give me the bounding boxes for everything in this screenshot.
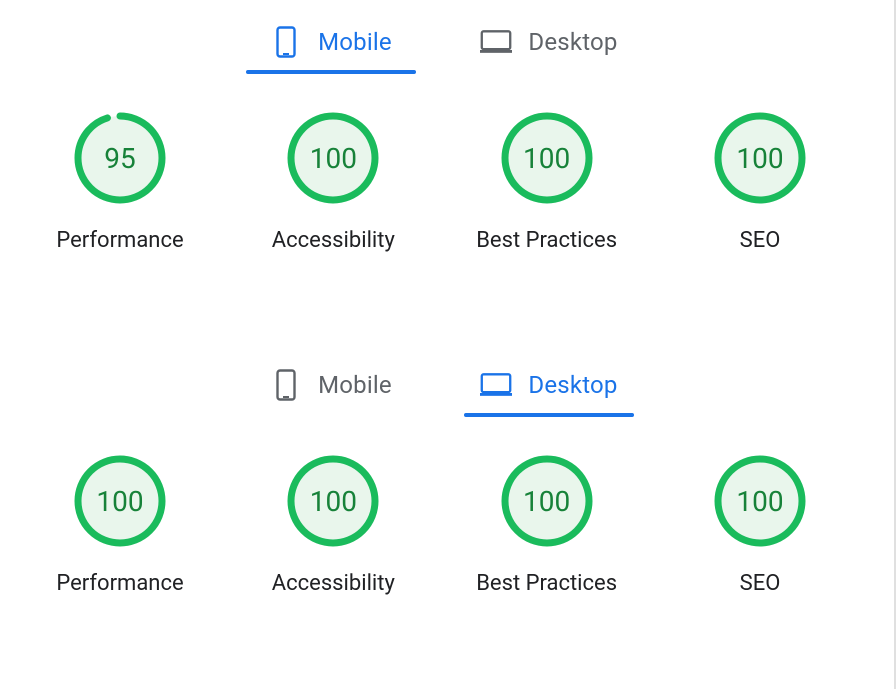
tab-desktop[interactable]: Desktop <box>464 365 634 417</box>
score-value: 100 <box>499 110 595 206</box>
mobile-icon <box>270 26 302 58</box>
metric-label: Performance <box>56 228 183 253</box>
score-gauge: 100 <box>285 453 381 549</box>
score-value: 100 <box>285 453 381 549</box>
tab-label: Desktop <box>528 28 617 56</box>
metric-seo: 100 SEO <box>660 453 860 596</box>
metric-label: Best Practices <box>476 571 617 596</box>
score-gauge: 100 <box>499 453 595 549</box>
metric-best-practices: 100 Best Practices <box>447 453 647 596</box>
score-gauge: 100 <box>72 453 168 549</box>
device-tabs: Mobile Desktop <box>10 343 870 425</box>
tab-underline <box>246 413 416 417</box>
metric-performance: 95 Performance <box>20 110 220 253</box>
metrics-row: 95 Performance 100 Accessibility 100 <box>10 82 870 253</box>
metric-label: Accessibility <box>272 571 395 596</box>
score-value: 100 <box>72 453 168 549</box>
metric-label: SEO <box>740 571 781 596</box>
desktop-icon <box>480 26 512 58</box>
metric-accessibility: 100 Accessibility <box>233 453 433 596</box>
metric-best-practices: 100 Best Practices <box>447 110 647 253</box>
metric-performance: 100 Performance <box>20 453 220 596</box>
metric-label: Best Practices <box>476 228 617 253</box>
score-value: 100 <box>285 110 381 206</box>
score-value: 100 <box>712 453 808 549</box>
score-value: 100 <box>712 110 808 206</box>
tab-underline <box>464 413 634 417</box>
tab-mobile[interactable]: Mobile <box>246 365 416 417</box>
desktop-icon <box>480 369 512 401</box>
metric-label: Performance <box>56 571 183 596</box>
tab-desktop[interactable]: Desktop <box>464 22 634 74</box>
score-gauge: 100 <box>712 453 808 549</box>
tab-label: Desktop <box>528 371 617 399</box>
score-gauge: 95 <box>72 110 168 206</box>
tab-underline <box>246 70 416 74</box>
metric-accessibility: 100 Accessibility <box>233 110 433 253</box>
score-value: 95 <box>72 110 168 206</box>
metric-seo: 100 SEO <box>660 110 860 253</box>
tab-label: Mobile <box>318 371 392 399</box>
metric-label: Accessibility <box>272 228 395 253</box>
lighthouse-section-desktop: Mobile Desktop <box>10 343 870 596</box>
metric-label: SEO <box>740 228 781 253</box>
score-gauge: 100 <box>499 110 595 206</box>
mobile-icon <box>270 369 302 401</box>
tab-mobile[interactable]: Mobile <box>246 22 416 74</box>
score-value: 100 <box>499 453 595 549</box>
tab-label: Mobile <box>318 28 392 56</box>
lighthouse-section-mobile: Mobile Desktop <box>10 0 870 253</box>
tab-underline <box>464 70 634 74</box>
score-gauge: 100 <box>712 110 808 206</box>
device-tabs: Mobile Desktop <box>10 0 870 82</box>
score-gauge: 100 <box>285 110 381 206</box>
metrics-row: 100 Performance 100 Accessibility 100 <box>10 425 870 596</box>
